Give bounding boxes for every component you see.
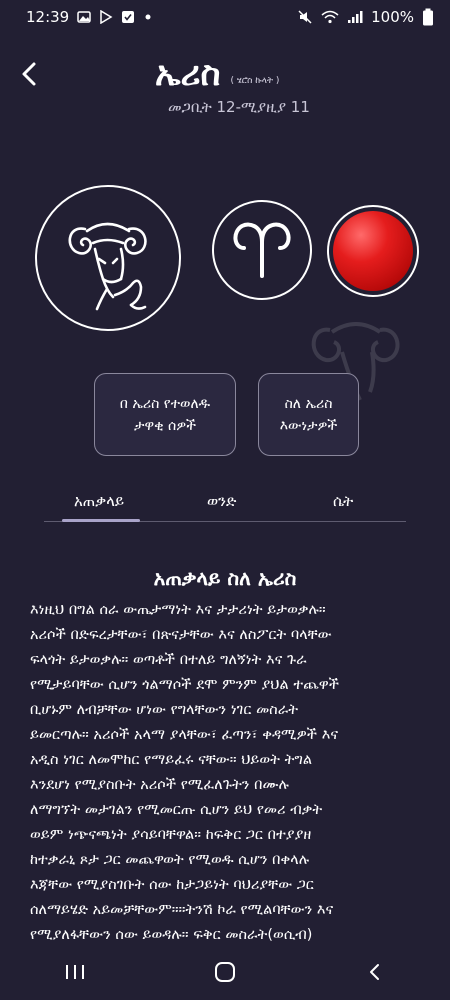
navigation-bar: [0, 944, 450, 1000]
tab-indicator: [62, 519, 140, 522]
status-bar: 12:39 100%: [0, 0, 450, 34]
tab-bar: አጠቃላይ ወንድ ሴት: [44, 488, 406, 526]
description-text: እነዚህ በግል ሰራ ውጤታማነት እና ታታሪነት ይታወቃሉ። አሪሶች …: [30, 602, 339, 968]
checkbox-icon: [122, 11, 135, 23]
facts-label-1: ስለ ኤሪስ: [284, 395, 333, 412]
system-back-button[interactable]: [355, 952, 395, 992]
back-icon: [370, 964, 379, 980]
dot-icon: [145, 14, 151, 20]
page-title: ኤሪስ: [155, 54, 221, 94]
page-subtitle: ( ሄሮስ ኩላት ): [230, 76, 280, 86]
zodiac-symbol-circle: [212, 200, 312, 300]
home-icon: [215, 962, 235, 982]
status-left: 12:39: [26, 8, 153, 26]
planet-circle: [327, 205, 419, 297]
zodiac-image-circle: [35, 185, 181, 331]
status-right: 100%: [297, 8, 434, 26]
signal-icon: [348, 11, 363, 23]
clock: 12:39: [26, 8, 70, 26]
chevron-left-icon: [22, 62, 36, 86]
date-range: መጋቢት 12-ሚያዚያ 11: [168, 98, 310, 116]
home-button[interactable]: [205, 952, 245, 992]
facts-button[interactable]: ስለ ኤሪስ እውነታዎች: [258, 373, 359, 456]
battery-icon: [423, 8, 433, 26]
back-button[interactable]: [14, 56, 46, 92]
facts-label-2: እውነታዎች: [279, 417, 338, 434]
tab-general[interactable]: አጠቃላይ: [74, 492, 124, 510]
aries-symbol-icon: [233, 222, 291, 278]
mars-planet-icon: [333, 211, 413, 291]
section-title: አጠቃላይ ስለ ኤሪስ: [153, 566, 297, 590]
recent-apps-icon: [66, 965, 84, 979]
mute-icon: [298, 10, 312, 24]
tab-female[interactable]: ሴት: [333, 492, 353, 510]
famous-people-label-2: ታዋቂ ሰዎች: [133, 417, 197, 434]
title-wrap: ኤሪስ ( ሄሮስ ኩላት ): [155, 54, 279, 94]
ram-icon: [68, 222, 147, 311]
image-icon: [77, 11, 91, 23]
recent-apps-button[interactable]: [55, 952, 95, 992]
battery-level: 100%: [371, 8, 414, 26]
play-store-icon: [100, 10, 113, 24]
famous-people-label-1: በ ኤሪስ የተወለዱ: [119, 395, 211, 412]
tab-male[interactable]: ወንድ: [207, 492, 236, 510]
wifi-icon: [321, 10, 339, 24]
famous-people-button[interactable]: በ ኤሪስ የተወለዱ ታዋቂ ሰዎች: [94, 373, 236, 456]
header: ኤሪስ ( ሄሮስ ኩላት ) መጋቢት 12-ሚያዚያ 11: [0, 54, 450, 134]
